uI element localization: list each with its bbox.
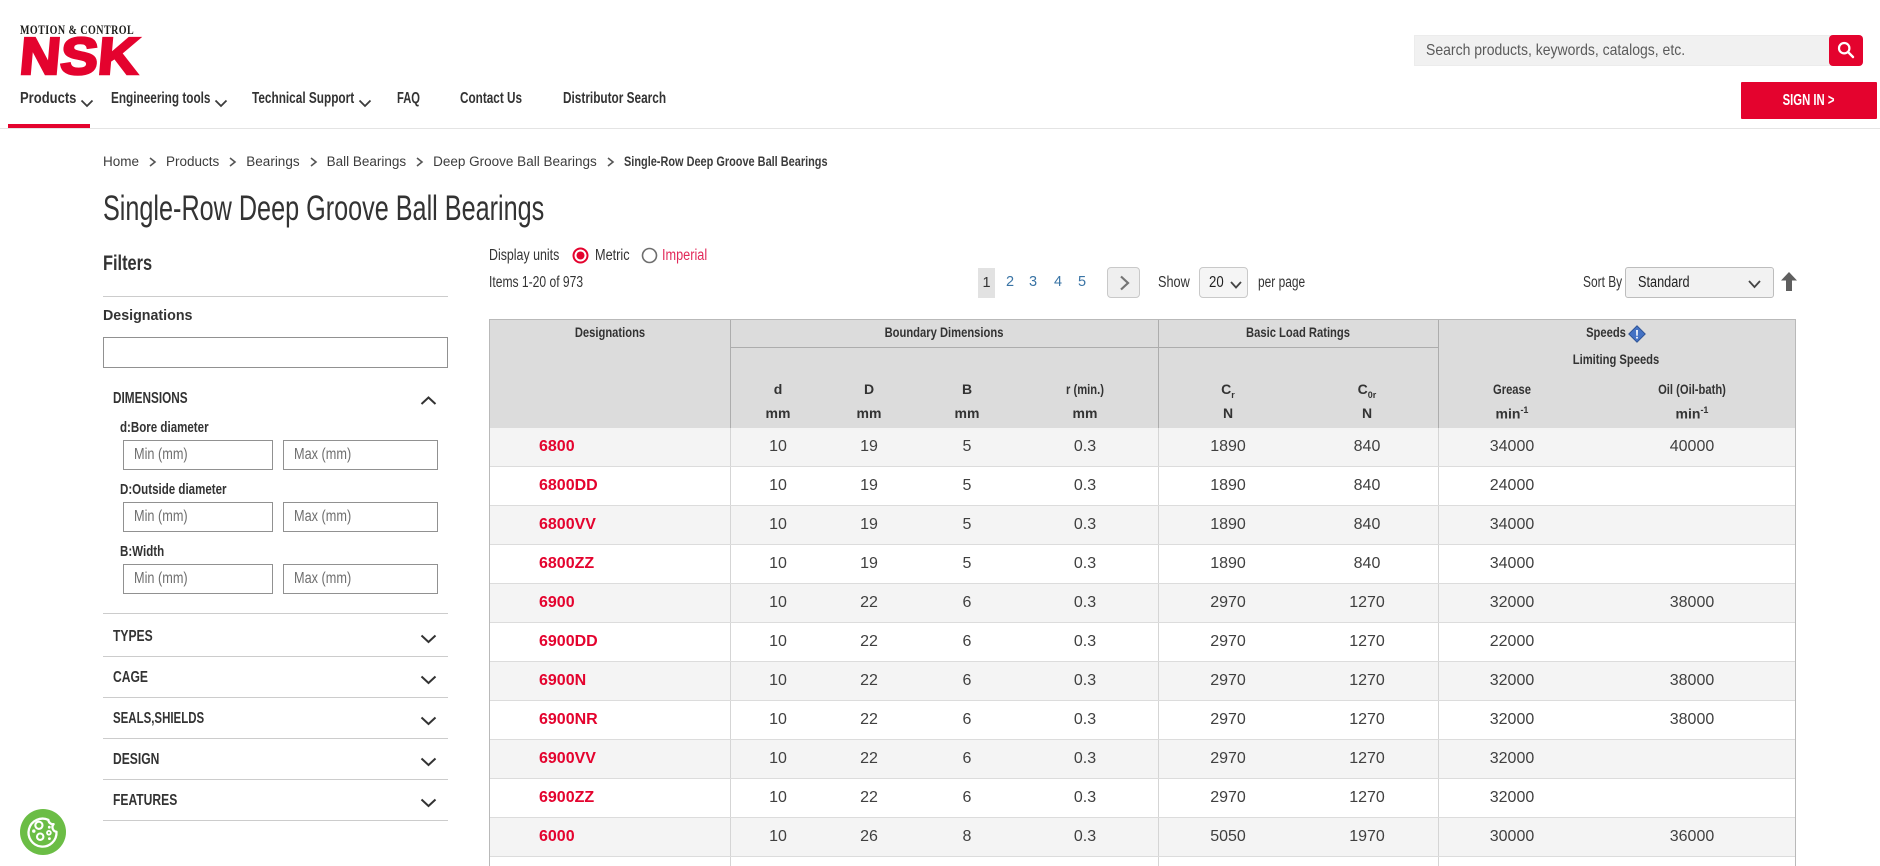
svg-text:!: ! <box>1635 328 1639 342</box>
svg-text:NSK: NSK <box>17 34 141 77</box>
